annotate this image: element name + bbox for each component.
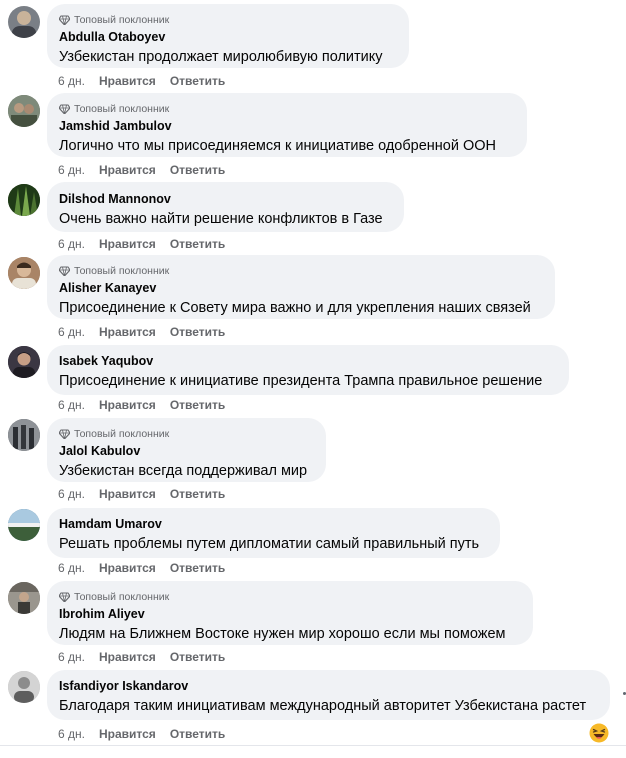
avatar[interactable] bbox=[8, 582, 40, 614]
comment-actions: 6 дн. Нравится Ответить bbox=[58, 561, 225, 575]
comment-time[interactable]: 6 дн. bbox=[58, 650, 85, 664]
avatar[interactable] bbox=[8, 184, 40, 216]
avatar[interactable] bbox=[8, 671, 40, 703]
comment-text: Благодаря таким инициативам международны… bbox=[59, 698, 587, 714]
comment-actions: 6 дн. Нравится Ответить bbox=[58, 398, 225, 412]
comment-time[interactable]: 6 дн. bbox=[58, 561, 85, 575]
badge-label: Топовый поклонник bbox=[74, 427, 170, 440]
comment-bubble: Топовый поклонник Jalol Kabulov Узбекист… bbox=[47, 418, 326, 482]
comment-author[interactable]: Dilshod Mannonov bbox=[59, 191, 392, 207]
comment-bubble: Топовый поклонник Abdulla Otaboyev Узбек… bbox=[47, 4, 409, 68]
comment-bubble: Isfandiyor Iskandarov Благодаря таким ин… bbox=[47, 670, 610, 720]
comment-time[interactable]: 6 дн. bbox=[58, 325, 85, 339]
top-fan-badge: Топовый поклонник bbox=[59, 427, 314, 440]
diamond-icon bbox=[59, 265, 70, 276]
comment-actions: 6 дн. Нравится Ответить bbox=[58, 74, 225, 88]
reply-button[interactable]: Ответить bbox=[170, 237, 225, 251]
comment-bubble: Топовый поклонник Jamshid Jambulov Логич… bbox=[47, 93, 527, 157]
comment-time[interactable]: 6 дн. bbox=[58, 237, 85, 251]
like-button[interactable]: Нравится bbox=[99, 237, 156, 251]
reply-button[interactable]: Ответить bbox=[170, 74, 225, 88]
comment-author[interactable]: Hamdam Umarov bbox=[59, 516, 488, 532]
comment-text: Присоединение к инициативе президента Тр… bbox=[59, 373, 543, 389]
avatar[interactable] bbox=[8, 257, 40, 289]
reply-button[interactable]: Ответить bbox=[170, 650, 225, 664]
comment-text: Очень важно найти решение конфликтов в Г… bbox=[59, 211, 383, 227]
comment-author[interactable]: Jalol Kabulov bbox=[59, 443, 314, 459]
reply-button[interactable]: Ответить bbox=[170, 163, 225, 177]
comment-text: Узбекистан продолжает миролюбивую полити… bbox=[59, 49, 383, 65]
laughing-emoji-reaction-icon[interactable] bbox=[589, 723, 609, 743]
comment-text: Людям на Ближнем Востоке нужен мир хорош… bbox=[59, 626, 506, 642]
like-button[interactable]: Нравится bbox=[99, 561, 156, 575]
like-button[interactable]: Нравится bbox=[99, 163, 156, 177]
avatar[interactable] bbox=[8, 509, 40, 541]
comments-list: Топовый поклонник Abdulla Otaboyev Узбек… bbox=[0, 0, 626, 758]
reply-button[interactable]: Ответить bbox=[170, 398, 225, 412]
top-fan-badge: Топовый поклонник bbox=[59, 102, 515, 115]
reply-button[interactable]: Ответить bbox=[170, 487, 225, 501]
badge-label: Топовый поклонник bbox=[74, 13, 170, 26]
avatar[interactable] bbox=[8, 419, 40, 451]
comment-author[interactable]: Jamshid Jambulov bbox=[59, 118, 515, 134]
comment-bubble: Dilshod Mannonov Очень важно найти решен… bbox=[47, 182, 404, 232]
comment-text: Решать проблемы путем дипломатии самый п… bbox=[59, 536, 480, 552]
top-fan-badge: Топовый поклонник bbox=[59, 264, 543, 277]
avatar[interactable] bbox=[8, 95, 40, 127]
top-fan-badge: Топовый поклонник bbox=[59, 590, 521, 603]
comment-author[interactable]: Isfandiyor Iskandarov bbox=[59, 678, 598, 694]
comment-bubble: Isabek Yaqubov Присоединение к инициатив… bbox=[47, 345, 569, 395]
like-button[interactable]: Нравится bbox=[99, 325, 156, 339]
comment-author[interactable]: Isabek Yaqubov bbox=[59, 353, 557, 369]
like-button[interactable]: Нравится bbox=[99, 727, 156, 741]
comment-bubble: Топовый поклонник Ibrohim Aliyev Людям н… bbox=[47, 581, 533, 645]
comment-time[interactable]: 6 дн. bbox=[58, 163, 85, 177]
comment-time[interactable]: 6 дн. bbox=[58, 727, 85, 741]
diamond-icon bbox=[59, 428, 70, 439]
comment-bubble: Hamdam Umarov Решать проблемы путем дипл… bbox=[47, 508, 500, 558]
comment-text: Логично что мы присоединяемся к инициати… bbox=[59, 138, 497, 154]
avatar[interactable] bbox=[8, 346, 40, 378]
divider bbox=[0, 745, 626, 746]
like-button[interactable]: Нравится bbox=[99, 487, 156, 501]
like-button[interactable]: Нравится bbox=[99, 398, 156, 412]
comment-author[interactable]: Abdulla Otaboyev bbox=[59, 29, 397, 45]
comment-actions: 6 дн. Нравится Ответить bbox=[58, 237, 225, 251]
badge-label: Топовый поклонник bbox=[74, 264, 170, 277]
comment-time[interactable]: 6 дн. bbox=[58, 398, 85, 412]
comment-author[interactable]: Ibrohim Aliyev bbox=[59, 606, 521, 622]
comment-time[interactable]: 6 дн. bbox=[58, 74, 85, 88]
comment-actions: 6 дн. Нравится Ответить bbox=[58, 325, 225, 339]
like-button[interactable]: Нравится bbox=[99, 650, 156, 664]
badge-label: Топовый поклонник bbox=[74, 590, 170, 603]
comment-text: Присоединение к Совету мира важно и для … bbox=[59, 300, 531, 316]
comment-actions: 6 дн. Нравится Ответить bbox=[58, 727, 225, 741]
badge-label: Топовый поклонник bbox=[74, 102, 170, 115]
comment-actions: 6 дн. Нравится Ответить bbox=[58, 650, 225, 664]
diamond-icon bbox=[59, 14, 70, 25]
reply-button[interactable]: Ответить bbox=[170, 561, 225, 575]
comment-bubble: Топовый поклонник Alisher Kanayev Присое… bbox=[47, 255, 555, 319]
diamond-icon bbox=[59, 103, 70, 114]
comment-actions: 6 дн. Нравится Ответить bbox=[58, 487, 225, 501]
like-button[interactable]: Нравится bbox=[99, 74, 156, 88]
comment-text: Узбекистан всегда поддерживал мир bbox=[59, 463, 308, 479]
top-fan-badge: Топовый поклонник bbox=[59, 13, 397, 26]
comment-author[interactable]: Alisher Kanayev bbox=[59, 280, 543, 296]
reply-button[interactable]: Ответить bbox=[170, 325, 225, 339]
reply-button[interactable]: Ответить bbox=[170, 727, 225, 741]
avatar[interactable] bbox=[8, 6, 40, 38]
comment-time[interactable]: 6 дн. bbox=[58, 487, 85, 501]
comment-actions: 6 дн. Нравится Ответить bbox=[58, 163, 225, 177]
diamond-icon bbox=[59, 591, 70, 602]
